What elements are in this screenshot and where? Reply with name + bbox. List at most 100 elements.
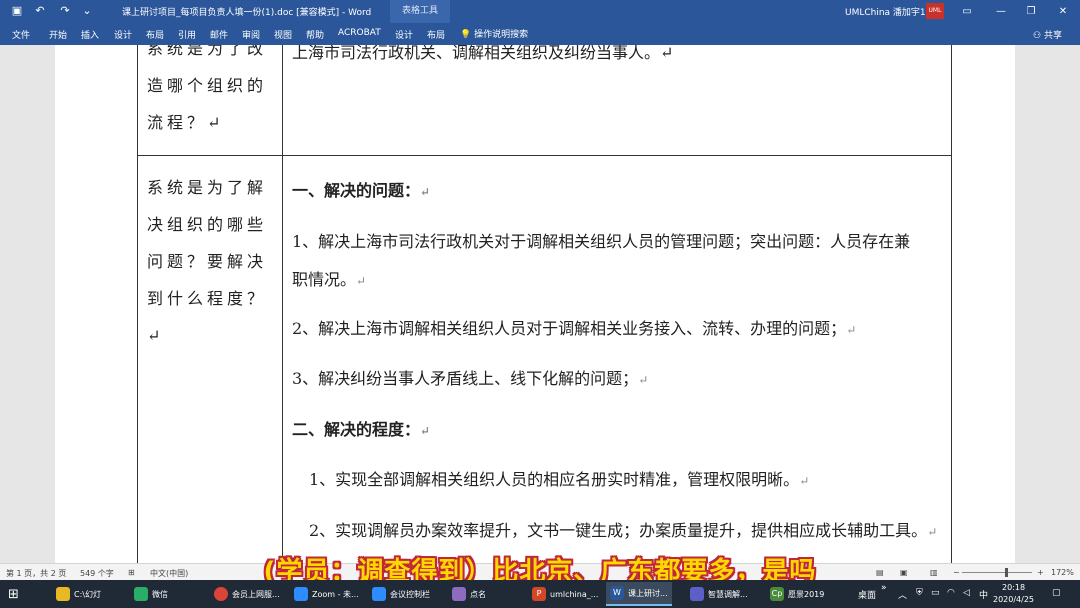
table-border-left bbox=[137, 45, 138, 563]
user-name[interactable]: UMLChina 潘加宇1 bbox=[845, 5, 926, 18]
tab-mailings[interactable]: 邮件 bbox=[210, 28, 228, 41]
row2-item1-line1[interactable]: 1、解决上海市司法行政机关对于调解相关组织人员的管理问题；突出问题：人员存在兼 bbox=[292, 228, 910, 252]
document-page[interactable]: 系统是为了改造哪个组织的流程？↵ 上海市司法行政机关、调解相关组织及纠纷当事人。… bbox=[55, 45, 1015, 563]
degree2-text: 2、实现调解员办案效率提升，文书一键生成；办案质量提升，提供相应成长辅助工具。 bbox=[309, 521, 928, 540]
restore-icon[interactable]: ❐ bbox=[1020, 3, 1042, 20]
row1-question[interactable]: 系统是为了改造哪个组织的流程？↵ bbox=[147, 45, 279, 141]
row2-item3[interactable]: 3、解决纠纷当事人矛盾线上、线下化解的问题；↵ bbox=[292, 365, 648, 389]
ribbon-tabs: 文件 开始 插入 设计 布局 引用 邮件 审阅 视图 帮助 ACROBAT 设计… bbox=[0, 23, 1080, 45]
taskbar-item-wechat[interactable]: 微信 bbox=[130, 582, 172, 606]
degree1-text: 1、实现全部调解相关组织人员的相应名册实时精准，管理权限明晰。 bbox=[309, 470, 800, 489]
tab-table-design[interactable]: 设计 bbox=[395, 28, 413, 41]
ime-indicator[interactable]: 中 bbox=[979, 588, 988, 601]
system-clock[interactable]: 20:18 2020/4/25 bbox=[993, 582, 1034, 606]
undo-icon[interactable]: ↶ bbox=[33, 4, 47, 18]
tab-help[interactable]: 帮助 bbox=[306, 28, 324, 41]
tab-view[interactable]: 视图 bbox=[274, 28, 292, 41]
share-label: 共享 bbox=[1043, 31, 1062, 41]
heading-problems-text: 一、解决的问题： bbox=[292, 181, 421, 200]
taskbar-label: 智慧调解... bbox=[708, 589, 748, 599]
clock-date: 2020/4/25 bbox=[993, 595, 1035, 604]
zoom-icon bbox=[294, 587, 308, 601]
share-button[interactable]: ⚇ 共享 bbox=[1033, 28, 1062, 41]
row2-heading-problems[interactable]: 一、解决的问题：↵ bbox=[292, 177, 430, 201]
notification-icon[interactable]: ▢ bbox=[1052, 588, 1061, 598]
wechat-icon bbox=[134, 587, 148, 601]
document-area: 系统是为了改造哪个组织的流程？↵ 上海市司法行政机关、调解相关组织及纠纷当事人。… bbox=[0, 45, 1080, 563]
taskbar-item-mediation[interactable]: 智慧调解... bbox=[686, 582, 752, 606]
app-icon bbox=[452, 587, 466, 601]
table-tools-context-tab: 表格工具 bbox=[390, 0, 450, 23]
taskbar-label: 会议控制栏 bbox=[390, 589, 430, 599]
taskbar-label: 会员上网服... bbox=[232, 589, 280, 599]
tab-insert[interactable]: 插入 bbox=[81, 28, 99, 41]
row2-degree1[interactable]: 1、实现全部调解相关组织人员的相应名册实时精准，管理权限明晰。↵ bbox=[309, 466, 809, 490]
paragraph-mark: ↵ bbox=[356, 274, 367, 288]
start-button[interactable]: ⊞ bbox=[4, 582, 23, 606]
volume-icon[interactable]: ◁ bbox=[963, 588, 970, 598]
windows-icon: ⊞ bbox=[8, 586, 19, 602]
taskbar-label: 微信 bbox=[152, 589, 168, 599]
close-icon[interactable]: ✕ bbox=[1052, 3, 1074, 20]
title-bar: ▣ ↶ ↷ ⌄ 课上研讨项目_每项目负责人填一份(1).doc [兼容模式] -… bbox=[0, 0, 1080, 23]
avatar[interactable]: UML bbox=[926, 3, 944, 19]
table-border-middle bbox=[282, 45, 283, 563]
taskbar-item-zoom[interactable]: Zoom - 未... bbox=[290, 582, 363, 606]
document-title: 课上研讨项目_每项目负责人填一份(1).doc [兼容模式] - Word bbox=[122, 8, 372, 18]
paragraph-mark: ↵ bbox=[927, 525, 938, 539]
taskbar-label: C:\幻灯 bbox=[74, 589, 101, 599]
paragraph-mark: ↵ bbox=[846, 323, 857, 337]
minimize-icon[interactable]: — bbox=[990, 3, 1012, 20]
taskbar-item-word[interactable]: W 课上研讨... bbox=[606, 582, 672, 606]
tab-home[interactable]: 开始 bbox=[49, 28, 67, 41]
chrome-icon bbox=[214, 587, 228, 601]
row2-degree2[interactable]: 2、实现调解员办案效率提升，文书一键生成；办案质量提升，提供相应成长辅助工具。↵ bbox=[309, 517, 937, 541]
item1-line2-text: 职情况。 bbox=[292, 270, 357, 289]
taskbar-label: 点名 bbox=[470, 589, 486, 599]
row2-item2[interactable]: 2、解决上海市调解相关组织人员对于调解相关业务接入、流转、办理的问题；↵ bbox=[292, 315, 856, 339]
heading-degree-text: 二、解决的程度： bbox=[292, 420, 421, 439]
customize-qat-icon[interactable]: ⌄ bbox=[80, 4, 94, 18]
battery-icon[interactable]: ▭ bbox=[931, 588, 940, 598]
row2-heading-degree[interactable]: 二、解决的程度：↵ bbox=[292, 416, 430, 440]
tab-layout[interactable]: 布局 bbox=[146, 28, 164, 41]
chevron-right-icon[interactable]: » bbox=[881, 583, 887, 593]
tab-table-layout[interactable]: 布局 bbox=[427, 28, 445, 41]
taskbar-item-meeting-controls[interactable]: 会议控制栏 bbox=[368, 582, 434, 606]
app-icon: Cp bbox=[770, 587, 784, 601]
row1-answer[interactable]: 上海市司法行政机关、调解相关组织及纠纷当事人。↵ bbox=[292, 45, 673, 63]
word-icon: W bbox=[610, 586, 624, 600]
taskbar: ⊞ C:\幻灯 微信 会员上网服... Zoom - 未... 会议控制栏 点名… bbox=[0, 580, 1080, 608]
tab-acrobat[interactable]: ACROBAT bbox=[338, 28, 381, 38]
app-icon bbox=[690, 587, 704, 601]
taskbar-item-chrome[interactable]: 会员上网服... bbox=[210, 582, 284, 606]
desktop-toolbar[interactable]: 桌面 bbox=[858, 588, 876, 601]
table-row-divider bbox=[137, 155, 952, 156]
taskbar-label: umlchina_... bbox=[550, 589, 599, 599]
tab-design[interactable]: 设计 bbox=[114, 28, 132, 41]
taskbar-label: 课上研讨... bbox=[628, 588, 668, 598]
item3-text: 3、解决纠纷当事人矛盾线上、线下化解的问题； bbox=[292, 369, 639, 388]
chevron-up-icon[interactable]: ︿ bbox=[898, 588, 907, 601]
paragraph-mark: ↵ bbox=[420, 185, 431, 199]
powerpoint-icon: P bbox=[532, 587, 546, 601]
security-icon[interactable]: ⛨ bbox=[916, 588, 923, 598]
tell-me-search[interactable]: 💡 操作说明搜索 bbox=[460, 27, 528, 40]
tab-file[interactable]: 文件 bbox=[12, 28, 30, 41]
row2-item1-line2[interactable]: 职情况。↵ bbox=[292, 266, 366, 290]
clock-time: 20:18 bbox=[1001, 583, 1026, 592]
ribbon-display-options-icon[interactable]: ▭ bbox=[956, 3, 978, 20]
tab-review[interactable]: 审阅 bbox=[242, 28, 260, 41]
taskbar-label: Zoom - 未... bbox=[312, 589, 359, 599]
taskbar-label: 愿景2019 bbox=[788, 589, 825, 599]
tab-references[interactable]: 引用 bbox=[178, 28, 196, 41]
taskbar-item-rollcall[interactable]: 点名 bbox=[448, 582, 490, 606]
redo-icon[interactable]: ↷ bbox=[58, 4, 72, 18]
network-icon[interactable]: ◠ bbox=[947, 588, 955, 598]
item2-text: 2、解决上海市调解相关组织人员对于调解相关业务接入、流转、办理的问题； bbox=[292, 319, 847, 338]
row2-question[interactable]: 系统是为了解决组织的哪些问题？要解决到什么程度？↵ bbox=[147, 169, 279, 354]
taskbar-item-vision[interactable]: Cp 愿景2019 bbox=[766, 582, 828, 606]
taskbar-item-powerpoint[interactable]: P umlchina_... bbox=[528, 582, 602, 606]
save-icon[interactable]: ▣ bbox=[10, 4, 24, 18]
taskbar-item-explorer[interactable]: C:\幻灯 bbox=[52, 582, 105, 606]
